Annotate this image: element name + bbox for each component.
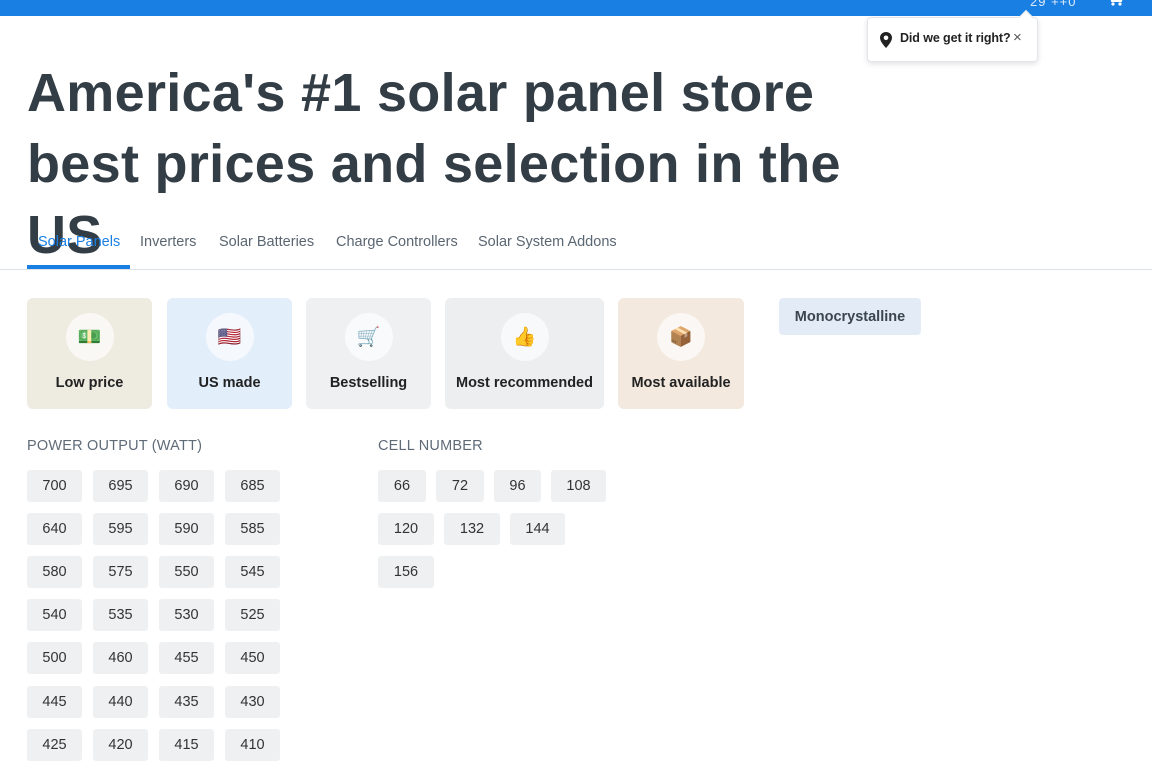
cell-number-title: CELL NUMBER [378, 438, 483, 454]
power-chip[interactable]: 585 [225, 513, 280, 545]
category-card-bestselling[interactable]: 🛒 Bestselling [306, 298, 431, 409]
power-chip[interactable]: 695 [93, 470, 148, 502]
power-chip[interactable]: 590 [159, 513, 214, 545]
power-chip[interactable]: 430 [225, 686, 280, 718]
cell-chip[interactable]: 108 [551, 470, 606, 502]
power-chip[interactable]: 550 [159, 556, 214, 588]
tab-charge-controllers[interactable]: Charge Controllers [336, 234, 458, 250]
cell-chip[interactable]: 96 [494, 470, 541, 502]
category-label: Most recommended [456, 375, 593, 391]
power-chip[interactable]: 535 [93, 599, 148, 631]
cell-chip[interactable]: 132 [444, 513, 500, 545]
power-chip[interactable]: 540 [27, 599, 82, 631]
cell-chip[interactable]: 72 [436, 470, 484, 502]
tab-solar-panels[interactable]: Solar Panels [38, 234, 120, 250]
power-chip[interactable]: 460 [93, 642, 148, 674]
power-chip[interactable]: 575 [93, 556, 148, 588]
shopping-cart-icon: 🛒 [344, 313, 393, 361]
category-card-us-made[interactable]: 🇺🇸 US made [167, 298, 292, 409]
cell-chip[interactable]: 144 [510, 513, 565, 545]
category-card-most-available[interactable]: 📦 Most available [618, 298, 744, 409]
power-chip[interactable]: 595 [93, 513, 148, 545]
power-chip[interactable]: 440 [93, 686, 148, 718]
power-chip[interactable]: 435 [159, 686, 214, 718]
category-label: Low price [55, 375, 124, 391]
map-pin-icon [879, 32, 893, 48]
package-icon: 📦 [657, 313, 705, 361]
power-chip[interactable]: 445 [27, 686, 82, 718]
active-tab-indicator [27, 265, 130, 269]
tab-inverters[interactable]: Inverters [140, 234, 196, 250]
power-chip[interactable]: 690 [159, 470, 214, 502]
power-chip[interactable]: 525 [225, 599, 280, 631]
power-chip[interactable]: 455 [159, 642, 214, 674]
cell-chip[interactable]: 120 [378, 513, 434, 545]
cell-chip[interactable]: 66 [378, 470, 426, 502]
category-label: US made [198, 375, 261, 391]
tab-solar-system-addons[interactable]: Solar System Addons [478, 234, 617, 250]
money-icon: 💵 [65, 313, 114, 361]
category-label: Most available [631, 375, 731, 391]
cart-icon[interactable] [1106, 0, 1124, 6]
power-chip[interactable]: 530 [159, 599, 214, 631]
power-chip[interactable]: 580 [27, 556, 82, 588]
power-chip[interactable]: 425 [27, 729, 82, 761]
power-chip[interactable]: 640 [27, 513, 82, 545]
category-label: Bestselling [329, 375, 408, 391]
headline-line-1: America's #1 solar panel store [27, 63, 815, 123]
power-chip[interactable]: 700 [27, 470, 82, 502]
product-category-tabs: Solar Panels Inverters Solar Batteries C… [0, 220, 1152, 270]
popover-text: Did we get it right? [900, 31, 1011, 45]
tab-solar-batteries[interactable]: Solar Batteries [219, 234, 314, 250]
zip-code-text[interactable]: 29 ++0 [1030, 0, 1077, 9]
power-chip[interactable]: 545 [225, 556, 280, 588]
thumbs-up-icon: 👍 [500, 313, 549, 361]
category-card-most-recommended[interactable]: 👍 Most recommended [445, 298, 604, 409]
power-output-title: POWER OUTPUT (WATT) [27, 438, 203, 454]
top-bar: 29 ++0 [0, 0, 1152, 16]
power-chip[interactable]: 450 [225, 642, 280, 674]
cell-chip[interactable]: 156 [378, 556, 434, 588]
location-confirm-popover: Did we get it right? × [867, 9, 1038, 62]
power-chip[interactable]: 410 [225, 729, 280, 761]
monocrystalline-filter[interactable]: Monocrystalline [779, 298, 921, 335]
us-flag-icon: 🇺🇸 [205, 313, 254, 361]
close-icon[interactable]: × [1013, 29, 1022, 46]
power-chip[interactable]: 500 [27, 642, 82, 674]
category-card-low-price[interactable]: 💵 Low price [27, 298, 152, 409]
power-chip[interactable]: 415 [159, 729, 214, 761]
power-chip[interactable]: 685 [225, 470, 280, 502]
power-chip[interactable]: 420 [93, 729, 148, 761]
